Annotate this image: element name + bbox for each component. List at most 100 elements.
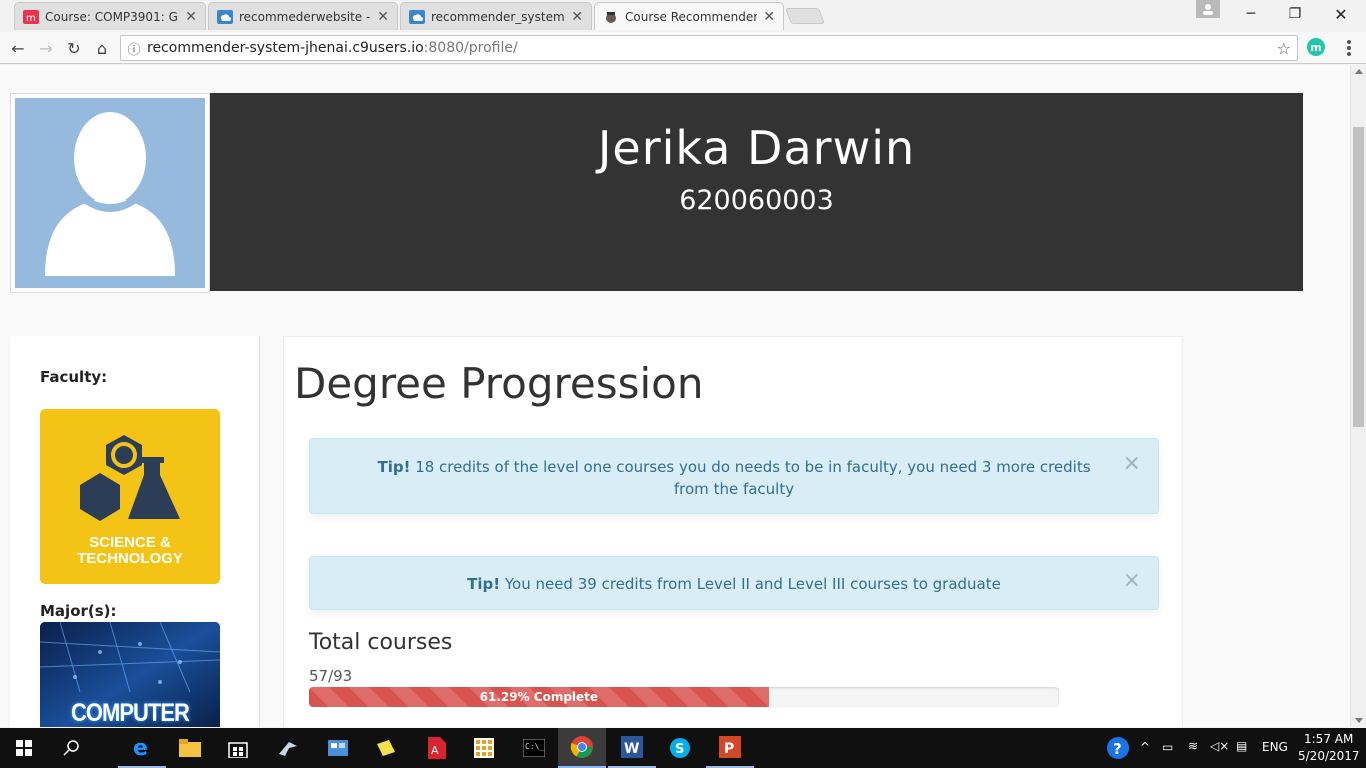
alert-text: 18 credits of the level one courses you … xyxy=(410,458,1091,498)
tab-title: recommederwebsite - Cl xyxy=(239,9,372,24)
clock-time[interactable]: 1:57 AM xyxy=(1304,732,1353,746)
tab-title: recommender_system - C xyxy=(431,9,565,24)
tab-recommederwebsite[interactable]: recommederwebsite - Cl ✕ xyxy=(208,2,398,30)
svg-text:S: S xyxy=(675,742,684,757)
powerpoint-icon[interactable]: P xyxy=(706,728,754,768)
reload-icon[interactable]: ↻ xyxy=(62,36,86,60)
tab-title: Course Recommender Sy xyxy=(625,9,758,24)
url-host: recommender-system-jhenai.c9users.io xyxy=(147,40,424,56)
close-tab-icon[interactable]: ✕ xyxy=(763,9,775,25)
scroll-up-arrow-icon[interactable] xyxy=(1355,69,1363,74)
sticky-notes-icon[interactable] xyxy=(362,728,410,768)
tab-strip: m Course: COMP3901: Grou ✕ recommederweb… xyxy=(0,0,1366,32)
scrollbar-thumb[interactable] xyxy=(1353,127,1364,427)
close-tab-icon[interactable]: ✕ xyxy=(571,9,583,25)
tab-course-comp3901[interactable]: m Course: COMP3901: Grou ✕ xyxy=(14,2,206,30)
chrome-icon[interactable] xyxy=(558,728,606,768)
file-explorer-icon[interactable] xyxy=(166,728,214,768)
address-bar[interactable]: ⓘ recommender-system-jhenai.c9users.io:8… xyxy=(120,35,1298,61)
bookmark-star-icon[interactable]: ☆ xyxy=(1277,39,1291,58)
profile-header: Jerika Darwin 620060003 xyxy=(210,93,1303,291)
close-tab-icon[interactable]: ✕ xyxy=(377,9,389,25)
url-path: :8080/profile/ xyxy=(423,40,518,56)
tip-alert: Tip! 18 credits of the level one courses… xyxy=(309,438,1159,514)
home-icon[interactable]: ⌂ xyxy=(90,36,114,60)
faculty-tile-text: SCIENCE & TECHNOLOGY xyxy=(40,535,220,567)
svg-text:?: ? xyxy=(1113,740,1122,758)
bird-app-icon[interactable] xyxy=(264,728,312,768)
language-indicator[interactable]: ENG xyxy=(1262,740,1288,754)
tip-alert: Tip! You need 39 credits from Level II a… xyxy=(309,556,1159,610)
close-window-icon[interactable]: ✕ xyxy=(1318,0,1364,28)
new-tab-button[interactable] xyxy=(785,8,825,24)
tab-recommender-system[interactable]: recommender_system - C ✕ xyxy=(400,2,592,30)
volume-icon[interactable]: ◁× xyxy=(1210,739,1229,753)
close-alert-icon[interactable]: × xyxy=(1123,453,1141,475)
science-hexagon-flask-icon xyxy=(80,435,180,521)
sidebar: Faculty: SCIENCE & TECHNOLOGY Major(s): xyxy=(10,336,260,727)
minimize-icon[interactable]: ─ xyxy=(1228,0,1274,28)
clock-date[interactable]: 5/20/2017 xyxy=(1298,749,1360,763)
windows-start-icon[interactable] xyxy=(0,728,48,768)
edge-icon[interactable]: e xyxy=(118,728,166,768)
skype-icon[interactable]: S xyxy=(656,728,704,768)
taskbar: e A C:\_ W S P ? ^ ▭ ≋ ◁× ▤ ENG 1:57 AM … xyxy=(0,728,1366,768)
moodle-icon: m xyxy=(23,9,39,25)
forward-arrow-icon[interactable]: → xyxy=(34,36,58,60)
page-viewport: Jerika Darwin 620060003 Faculty: SCIENCE… xyxy=(0,65,1350,727)
majors-label: Major(s): xyxy=(40,602,117,620)
search-icon[interactable] xyxy=(48,728,96,768)
store-icon[interactable] xyxy=(214,728,262,768)
student-name: Jerika Darwin xyxy=(597,121,916,175)
major-tile-text: COMPUTER SCIENCE xyxy=(71,698,190,727)
page-icon xyxy=(603,9,619,25)
extension-icon[interactable]: m xyxy=(1307,38,1325,56)
user-silhouette-icon xyxy=(15,98,205,288)
tab-title: Course: COMP3901: Grou xyxy=(45,9,179,24)
restore-icon[interactable]: ❐ xyxy=(1272,0,1318,28)
degree-progression-panel: Degree Progression Tip! 18 credits of th… xyxy=(283,336,1183,727)
faculty-tile[interactable]: SCIENCE & TECHNOLOGY xyxy=(40,409,220,584)
svg-text:m: m xyxy=(26,13,36,24)
avatar xyxy=(10,93,210,293)
control-panel-icon[interactable] xyxy=(314,728,362,768)
course-count: 57/93 xyxy=(309,667,353,685)
close-tab-icon[interactable]: ✕ xyxy=(185,9,197,25)
student-id: 620060003 xyxy=(679,185,834,216)
word-icon[interactable]: W xyxy=(608,728,656,768)
vertical-scrollbar[interactable] xyxy=(1350,65,1366,727)
faculty-tile-line1: SCIENCE & xyxy=(89,534,171,551)
progress-bar: 61.29% Complete xyxy=(309,687,1059,707)
faculty-tile-line2: TECHNOLOGY xyxy=(77,550,183,567)
help-icon[interactable]: ? xyxy=(1094,728,1142,768)
apps-grid-icon[interactable] xyxy=(460,728,508,768)
profile-icon[interactable] xyxy=(1196,0,1220,18)
command-prompt-icon[interactable]: C:\_ xyxy=(510,728,558,768)
pdf-reader-icon[interactable]: A xyxy=(412,728,460,768)
page-title: Degree Progression xyxy=(294,359,704,408)
svg-text:e: e xyxy=(133,736,148,758)
tray-up-chevron-icon[interactable]: ^ xyxy=(1140,740,1150,754)
progress-bar-fill: 61.29% Complete xyxy=(309,687,769,707)
total-courses-title: Total courses xyxy=(309,630,453,655)
cloud9-icon xyxy=(217,9,233,25)
alert-strong: Tip! xyxy=(377,458,411,476)
scroll-down-arrow-icon[interactable] xyxy=(1355,718,1363,723)
svg-text:P: P xyxy=(724,741,734,757)
alert-strong: Tip! xyxy=(467,575,501,593)
svg-text:A: A xyxy=(431,744,439,757)
close-alert-icon[interactable]: × xyxy=(1123,570,1141,592)
tab-course-recommender[interactable]: Course Recommender Sy ✕ xyxy=(594,2,784,30)
wifi-icon[interactable]: ≋ xyxy=(1188,739,1198,753)
back-arrow-icon[interactable]: ← xyxy=(6,36,30,60)
cloud9-icon xyxy=(409,9,425,25)
faculty-label: Faculty: xyxy=(40,368,108,386)
info-icon[interactable]: ⓘ xyxy=(121,39,147,58)
menu-dots-icon[interactable] xyxy=(1342,38,1356,58)
svg-text:W: W xyxy=(624,741,639,757)
svg-text:C:\_: C:\_ xyxy=(525,742,544,751)
alert-text: You need 39 credits from Level II and Le… xyxy=(500,575,1001,593)
major-tile[interactable]: COMPUTER SCIENCE xyxy=(40,622,220,727)
battery-icon[interactable]: ▭ xyxy=(1162,740,1173,754)
notification-icon[interactable]: ▤ xyxy=(1236,739,1247,753)
